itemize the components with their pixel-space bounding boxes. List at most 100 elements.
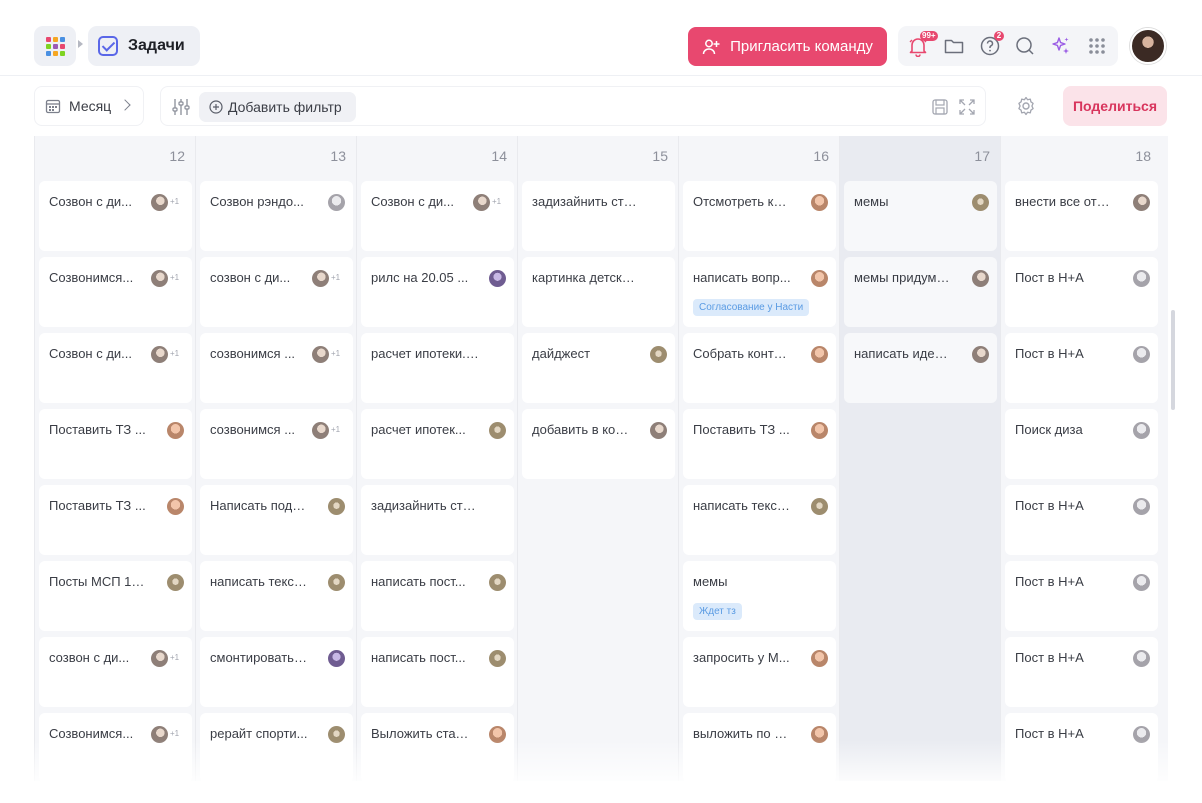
task-card[interactable]: Написать подв...: [200, 485, 353, 555]
assignee-avatar[interactable]: [811, 194, 828, 211]
assignee-avatar[interactable]: [489, 650, 506, 667]
breadcrumb-current[interactable]: Задачи: [88, 26, 200, 66]
assignee-avatar[interactable]: [328, 650, 345, 667]
task-card[interactable]: мемы Ждет тз: [683, 561, 836, 631]
help-button[interactable]: 2: [978, 31, 1004, 58]
assignee-avatar[interactable]: [811, 726, 828, 743]
task-card[interactable]: Созвон с ди... +1: [361, 181, 514, 251]
task-card[interactable]: Пост в Н+А: [1005, 333, 1158, 403]
assignee-avatar[interactable]: [151, 346, 168, 363]
assignee-avatar[interactable]: [312, 270, 329, 287]
task-card[interactable]: дайджест: [522, 333, 675, 403]
assignee-avatar[interactable]: [1133, 498, 1150, 515]
task-card[interactable]: Созвонимся... +1: [39, 257, 192, 327]
period-selector[interactable]: Месяц: [34, 86, 144, 126]
search-button[interactable]: [1013, 34, 1037, 58]
assignee-avatar[interactable]: [151, 726, 168, 743]
task-card[interactable]: Поиск диза: [1005, 409, 1158, 479]
task-card[interactable]: рилс на 20.05 ...: [361, 257, 514, 327]
task-card[interactable]: картинка детских ...: [522, 257, 675, 327]
assignee-avatar[interactable]: [312, 422, 329, 439]
task-card[interactable]: Отсмотреть ко...: [683, 181, 836, 251]
task-card[interactable]: Созвон с ди... +1: [39, 181, 192, 251]
task-card[interactable]: созвонимся ... +1: [200, 409, 353, 479]
settings-button[interactable]: [1012, 92, 1040, 120]
assignee-avatar[interactable]: [151, 194, 168, 211]
task-card[interactable]: созвон с ди... +1: [200, 257, 353, 327]
assignee-avatar[interactable]: [972, 346, 989, 363]
assignee-avatar[interactable]: [312, 346, 329, 363]
vertical-scrollbar[interactable]: [1171, 310, 1175, 410]
assignee-avatar[interactable]: [151, 650, 168, 667]
assignee-avatar[interactable]: [489, 422, 506, 439]
task-card[interactable]: написать текст...: [200, 561, 353, 631]
task-card[interactable]: написать пост...: [361, 561, 514, 631]
assignee-avatar[interactable]: [489, 726, 506, 743]
assignee-avatar[interactable]: [328, 726, 345, 743]
user-avatar[interactable]: [1130, 28, 1166, 64]
add-filter-button[interactable]: Добавить фильтр: [199, 92, 356, 122]
expand-icon[interactable]: [958, 98, 976, 121]
task-card[interactable]: Пост в Н+А: [1005, 637, 1158, 707]
apps-menu-button[interactable]: [34, 26, 76, 66]
task-card[interactable]: мемы: [844, 181, 997, 251]
task-card[interactable]: задизайнить стор...: [522, 181, 675, 251]
assignee-avatar[interactable]: [811, 346, 828, 363]
assignee-avatar[interactable]: [1133, 346, 1150, 363]
assignee-avatar[interactable]: [1133, 574, 1150, 591]
task-card[interactable]: Поставить ТЗ ...: [39, 409, 192, 479]
assignee-avatar[interactable]: [650, 346, 667, 363]
task-card[interactable]: Пост в Н+А: [1005, 257, 1158, 327]
task-card[interactable]: Созвон с ди... +1: [39, 333, 192, 403]
task-card[interactable]: написать пост...: [361, 637, 514, 707]
invite-team-button[interactable]: Пригласить команду: [688, 27, 887, 66]
task-card[interactable]: смонтировать ...: [200, 637, 353, 707]
assignee-avatar[interactable]: [1133, 422, 1150, 439]
assignee-avatar[interactable]: [328, 574, 345, 591]
task-card[interactable]: созвонимся ... +1: [200, 333, 353, 403]
task-card[interactable]: добавить в кон...: [522, 409, 675, 479]
task-card[interactable]: расчет ипотек...: [361, 409, 514, 479]
task-card[interactable]: расчет ипотеки. к...: [361, 333, 514, 403]
task-card[interactable]: Посты МСП 12...: [39, 561, 192, 631]
task-card[interactable]: задизайнить стор...: [361, 485, 514, 555]
ai-assistant-button[interactable]: [1049, 34, 1073, 58]
task-card[interactable]: написать вопр... Согласование у Насти: [683, 257, 836, 327]
assignee-avatar[interactable]: [811, 422, 828, 439]
task-card[interactable]: Поставить ТЗ ...: [39, 485, 192, 555]
assignee-avatar[interactable]: [151, 270, 168, 287]
assignee-avatar[interactable]: [811, 650, 828, 667]
task-card[interactable]: Пост в Н+А: [1005, 713, 1158, 783]
assignee-avatar[interactable]: [328, 194, 345, 211]
task-card[interactable]: Выложить стат...: [361, 713, 514, 783]
task-card[interactable]: созвон с ди... +1: [39, 637, 192, 707]
assignee-avatar[interactable]: [1133, 194, 1150, 211]
task-card[interactable]: мемы придума...: [844, 257, 997, 327]
assignee-avatar[interactable]: [473, 194, 490, 211]
task-card[interactable]: Поставить ТЗ ...: [683, 409, 836, 479]
task-card[interactable]: Пост в Н+А: [1005, 561, 1158, 631]
task-card[interactable]: Созвонимся... +1: [39, 713, 192, 783]
share-button[interactable]: Поделиться: [1063, 86, 1167, 126]
assignee-avatar[interactable]: [167, 498, 184, 515]
folder-button[interactable]: [942, 34, 966, 58]
assignee-avatar[interactable]: [1133, 726, 1150, 743]
assignee-avatar[interactable]: [972, 270, 989, 287]
assignee-avatar[interactable]: [972, 194, 989, 211]
save-view-icon[interactable]: [931, 98, 949, 121]
assignee-avatar[interactable]: [1133, 270, 1150, 287]
assignee-avatar[interactable]: [328, 498, 345, 515]
assignee-avatar[interactable]: [1133, 650, 1150, 667]
assignee-avatar[interactable]: [650, 422, 667, 439]
more-apps-button[interactable]: [1085, 34, 1109, 58]
assignee-avatar[interactable]: [811, 498, 828, 515]
assignee-avatar[interactable]: [489, 574, 506, 591]
task-card[interactable]: Собрать конте...: [683, 333, 836, 403]
assignee-avatar[interactable]: [167, 422, 184, 439]
task-card[interactable]: написать идеи...: [844, 333, 997, 403]
task-card[interactable]: написать текст...: [683, 485, 836, 555]
task-card[interactable]: выложить по 3...: [683, 713, 836, 783]
assignee-avatar[interactable]: [811, 270, 828, 287]
task-card[interactable]: Созвон рэндо...: [200, 181, 353, 251]
sliders-icon[interactable]: [171, 98, 191, 116]
